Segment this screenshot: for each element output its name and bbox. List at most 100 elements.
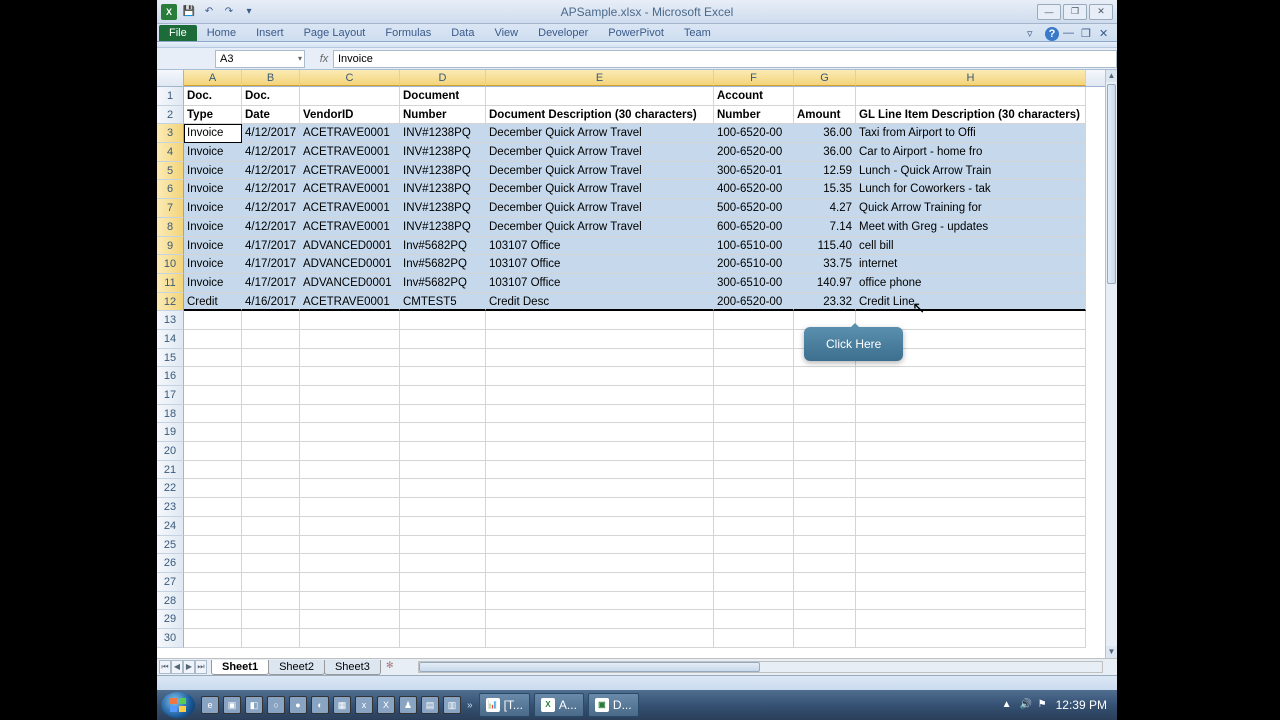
cell[interactable]: 33.75 [794, 255, 856, 274]
tab-view[interactable]: View [484, 25, 528, 41]
cell[interactable] [400, 554, 486, 573]
cell[interactable] [794, 592, 856, 611]
cell[interactable] [242, 517, 300, 536]
cell[interactable]: ADVANCED0001 [300, 274, 400, 293]
cell[interactable] [184, 573, 242, 592]
cell[interactable]: Inv#5682PQ [400, 255, 486, 274]
workbook-minimize-icon[interactable]: — [1063, 27, 1077, 41]
cell[interactable] [400, 367, 486, 386]
cell[interactable]: 103107 Office [486, 274, 714, 293]
taskbar-quick-icon[interactable]: ▦ [333, 696, 351, 714]
cell[interactable]: Credit Desc [486, 293, 714, 312]
cell[interactable] [400, 629, 486, 648]
cell[interactable]: 7.14 [794, 218, 856, 237]
row-header[interactable]: 17 [157, 386, 184, 405]
cell[interactable]: 23.32 [794, 293, 856, 312]
cell[interactable] [184, 517, 242, 536]
row-header[interactable]: 11 [157, 274, 184, 293]
cell[interactable] [486, 517, 714, 536]
row-header[interactable]: 13 [157, 311, 184, 330]
fx-icon[interactable]: fx [315, 53, 333, 65]
cell[interactable]: December Quick Arrow Travel [486, 180, 714, 199]
close-button[interactable]: ✕ [1089, 4, 1113, 20]
cell[interactable] [486, 461, 714, 480]
cell[interactable] [794, 367, 856, 386]
cell[interactable]: Credit Line [856, 293, 1086, 312]
cell[interactable]: 400-6520-00 [714, 180, 794, 199]
cell[interactable]: Number [400, 106, 486, 125]
cell[interactable] [486, 554, 714, 573]
cell[interactable] [486, 442, 714, 461]
cell[interactable]: 600-6520-00 [714, 218, 794, 237]
workbook-restore-icon[interactable]: ❐ [1081, 27, 1095, 41]
cell[interactable] [714, 629, 794, 648]
cell[interactable] [300, 592, 400, 611]
taskbar-quick-icon[interactable]: ▣ [223, 696, 241, 714]
cell[interactable] [856, 461, 1086, 480]
cell[interactable] [400, 330, 486, 349]
cell[interactable]: 100-6510-00 [714, 237, 794, 256]
col-header-E[interactable]: E [486, 70, 714, 86]
cell[interactable]: 12.59 [794, 162, 856, 181]
cell[interactable] [856, 610, 1086, 629]
cell[interactable]: VendorID [300, 106, 400, 125]
cell[interactable] [400, 405, 486, 424]
cell[interactable]: ADVANCED0001 [300, 237, 400, 256]
cell[interactable] [714, 330, 794, 349]
sheet-nav-last[interactable]: ⏭ [195, 660, 207, 674]
cell[interactable]: Document [400, 87, 486, 106]
cell[interactable]: 115.40 [794, 237, 856, 256]
cell[interactable]: INV#1238PQ [400, 124, 486, 143]
tab-formulas[interactable]: Formulas [375, 25, 441, 41]
cell[interactable] [794, 461, 856, 480]
row-header[interactable]: 15 [157, 349, 184, 368]
tray-volume-icon[interactable]: 🔊 [1020, 699, 1032, 711]
row-header[interactable]: 18 [157, 405, 184, 424]
cell[interactable]: internet [856, 255, 1086, 274]
cell[interactable] [714, 517, 794, 536]
cell[interactable]: Inv#5682PQ [400, 237, 486, 256]
cell[interactable] [242, 554, 300, 573]
tab-insert[interactable]: Insert [246, 25, 294, 41]
cell[interactable] [714, 405, 794, 424]
cell[interactable]: 200-6520-00 [714, 293, 794, 312]
cell[interactable] [400, 461, 486, 480]
col-header-H[interactable]: H [856, 70, 1086, 86]
cell[interactable] [794, 442, 856, 461]
cell[interactable] [794, 386, 856, 405]
cell[interactable] [714, 498, 794, 517]
cell[interactable]: Invoice [184, 274, 242, 293]
undo-icon[interactable]: ↶ [201, 4, 217, 20]
taskbar-quick-icon[interactable]: X [377, 696, 395, 714]
cell[interactable]: December Quick Arrow Travel [486, 218, 714, 237]
row-header[interactable]: 10 [157, 255, 184, 274]
cell[interactable] [242, 629, 300, 648]
cell[interactable] [486, 311, 714, 330]
cell[interactable] [856, 423, 1086, 442]
cell[interactable] [184, 311, 242, 330]
cell[interactable]: Invoice [184, 218, 242, 237]
cell[interactable]: INV#1238PQ [400, 162, 486, 181]
row-header[interactable]: 25 [157, 536, 184, 555]
taskbar-item[interactable]: ▣D... [588, 693, 639, 717]
cell[interactable] [184, 405, 242, 424]
vertical-scrollbar[interactable]: ▲ ▼ [1105, 70, 1117, 658]
cell[interactable] [242, 349, 300, 368]
cell[interactable] [486, 573, 714, 592]
cell[interactable] [184, 610, 242, 629]
taskbar-quick-icon[interactable]: ♟ [399, 696, 417, 714]
cell[interactable] [300, 442, 400, 461]
cell[interactable]: Lunch for Coworkers - tak [856, 180, 1086, 199]
cell[interactable]: 4/12/2017 [242, 143, 300, 162]
row-header[interactable]: 22 [157, 479, 184, 498]
cell[interactable] [300, 629, 400, 648]
sheet-tab-2[interactable]: Sheet2 [268, 660, 325, 675]
tab-file[interactable]: File [159, 25, 197, 41]
cell[interactable]: office phone [856, 274, 1086, 293]
cell[interactable] [400, 479, 486, 498]
cell[interactable]: ACETRAVE0001 [300, 124, 400, 143]
cell[interactable]: 103107 Office [486, 237, 714, 256]
taskbar-item[interactable]: 📊[T... [479, 693, 530, 717]
tray-up-icon[interactable]: ▲ [1002, 699, 1014, 711]
cell[interactable]: INV#1238PQ [400, 218, 486, 237]
